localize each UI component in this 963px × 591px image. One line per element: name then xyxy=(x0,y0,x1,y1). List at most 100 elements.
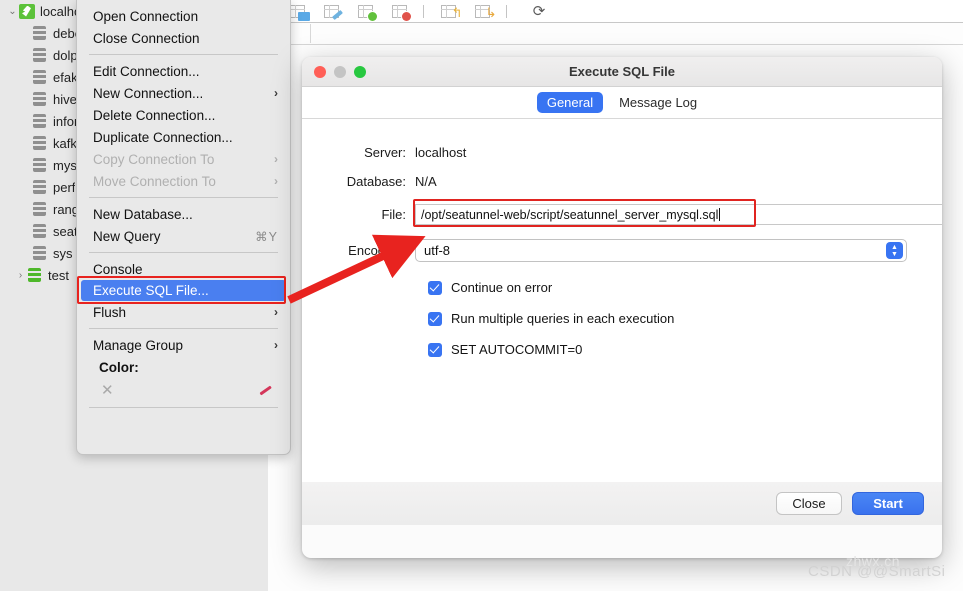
run-multiple-queries-checkbox[interactable] xyxy=(428,311,442,326)
file-row: File: /opt/seatunnel-web/script/seatunne… xyxy=(302,199,942,227)
menu-item-flush[interactable]: Flush › xyxy=(77,301,290,323)
menu-item-label: Execute SQL File... xyxy=(93,283,209,298)
chevron-right-icon: › xyxy=(274,86,278,100)
no-color-icon[interactable]: ✕ xyxy=(101,381,114,399)
menu-item-label: Close Connection xyxy=(93,30,200,46)
menu-item-label: Duplicate Connection... xyxy=(93,129,233,145)
menu-item-copy-connection-to: Copy Connection To › xyxy=(77,148,290,170)
execute-sql-file-dialog: Execute SQL File General Message Log Ser… xyxy=(302,57,942,558)
mysql-connection-icon xyxy=(19,3,35,19)
context-menu: Open Connection Close Connection Edit Co… xyxy=(76,0,291,455)
menu-item-execute-sql-file[interactable]: Execute SQL File... xyxy=(81,280,286,301)
dialog-tabs: General Message Log xyxy=(302,87,942,119)
refresh-icon[interactable]: ⟳ xyxy=(522,1,556,21)
menu-item-close-connection[interactable]: Close Connection xyxy=(77,27,290,49)
watermark-secondary: zhwx.cn xyxy=(846,553,901,569)
menu-color-label: Color: xyxy=(99,359,139,375)
file-path-value: /opt/seatunnel-web/script/seatunnel_serv… xyxy=(421,207,719,222)
undo-icon[interactable]: ↰ xyxy=(431,1,465,21)
encoding-label: Encoding: xyxy=(348,243,406,258)
toolbar: ↰ ↳ ⟳ xyxy=(268,0,963,22)
chevron-right-icon: › xyxy=(274,305,278,319)
menu-item-new-database[interactable]: New Database... xyxy=(77,203,290,225)
tab-general[interactable]: General xyxy=(536,92,604,113)
chevron-right-icon: › xyxy=(274,174,278,188)
menu-separator xyxy=(89,54,278,55)
encoding-select[interactable]: utf-8 ▲ ▼ xyxy=(415,239,907,262)
table-add-icon[interactable] xyxy=(348,1,382,21)
toolbar-separator-2 xyxy=(506,4,507,18)
run-multiple-queries-row: Run multiple queries in each execution xyxy=(302,311,942,326)
menu-item-refresh[interactable] xyxy=(77,413,290,435)
continue-on-error-row: Continue on error xyxy=(302,280,942,295)
red-color-swatch-icon[interactable] xyxy=(257,385,272,396)
dialog-title: Execute SQL File xyxy=(569,64,675,79)
table-delete-icon[interactable] xyxy=(382,1,416,21)
chevron-right-icon[interactable]: › xyxy=(14,270,27,281)
app-window: ↰ ↳ ⟳ ⌄ localhost debe dolp efak hive_ i… xyxy=(0,0,963,591)
database-icon xyxy=(32,26,47,40)
menu-item-edit-connection[interactable]: Edit Connection... xyxy=(77,60,290,82)
database-row: Database: N/A xyxy=(302,174,942,189)
database-icon xyxy=(32,158,47,172)
menu-color-swatches: ✕ xyxy=(77,378,290,402)
encoding-value: utf-8 xyxy=(424,243,451,258)
close-button[interactable]: Close xyxy=(776,492,842,515)
database-label: efak xyxy=(53,69,78,85)
database-icon xyxy=(32,180,47,194)
menu-item-shortcut: ⌘Y xyxy=(255,229,278,244)
chevron-right-icon: › xyxy=(274,338,278,352)
stepper-icon[interactable]: ▲ ▼ xyxy=(886,242,903,259)
menu-color-header: Color: xyxy=(77,356,290,378)
menu-item-label: Manage Group xyxy=(93,337,184,353)
redo-icon[interactable]: ↳ xyxy=(465,1,499,21)
file-input-wrapper: /opt/seatunnel-web/script/seatunnel_serv… xyxy=(413,199,942,227)
dialog-footer: Close Start xyxy=(302,482,942,525)
menu-item-label: New Connection... xyxy=(93,85,204,101)
database-icon xyxy=(32,136,47,150)
file-label: File: xyxy=(381,207,406,222)
continue-on-error-checkbox[interactable] xyxy=(428,280,442,295)
database-icon xyxy=(27,268,42,282)
menu-item-label: Console xyxy=(93,261,143,277)
menu-item-duplicate-connection[interactable]: Duplicate Connection... xyxy=(77,126,290,148)
server-row: Server: localhost xyxy=(302,145,942,160)
database-icon xyxy=(32,48,47,62)
start-button[interactable]: Start xyxy=(852,492,924,515)
database-label: perf xyxy=(53,179,76,195)
menu-item-open-connection[interactable]: Open Connection xyxy=(77,5,290,27)
database-label: Database: xyxy=(346,174,406,189)
set-autocommit-checkbox[interactable] xyxy=(428,342,442,357)
menu-item-label: Edit Connection... xyxy=(93,63,200,79)
column-header-divider xyxy=(268,44,963,45)
table-edit-icon[interactable] xyxy=(314,1,348,21)
menu-item-label: Flush xyxy=(93,304,127,320)
menu-item-delete-connection[interactable]: Delete Connection... xyxy=(77,104,290,126)
menu-item-new-connection[interactable]: New Connection... › xyxy=(77,82,290,104)
chevron-down-icon[interactable]: ⌄ xyxy=(6,6,19,17)
database-icon xyxy=(32,92,47,106)
file-path-input[interactable]: /opt/seatunnel-web/script/seatunnel_serv… xyxy=(415,204,895,225)
database-icon xyxy=(32,246,47,260)
menu-separator xyxy=(89,197,278,198)
tab-message-log[interactable]: Message Log xyxy=(609,92,707,113)
menu-item-move-connection-to: Move Connection To › xyxy=(77,170,290,192)
menu-item-execute-sql-file-wrapper: Execute SQL File... xyxy=(77,276,290,304)
menu-item-console[interactable]: Console xyxy=(77,258,290,280)
menu-item-manage-group[interactable]: Manage Group › xyxy=(77,334,290,356)
menu-separator xyxy=(89,407,278,408)
database-icon xyxy=(32,70,47,84)
database-value: N/A xyxy=(415,174,437,189)
dialog-body: Server: localhost Database: N/A File: /o… xyxy=(302,119,942,525)
database-label: infor xyxy=(53,113,79,129)
menu-separator xyxy=(89,252,278,253)
encoding-row: Encoding: utf-8 ▲ ▼ xyxy=(302,239,942,262)
menu-item-label: New Database... xyxy=(93,206,193,222)
database-label: test xyxy=(48,267,69,283)
database-label: kafk xyxy=(53,135,77,151)
menu-separator xyxy=(89,328,278,329)
set-autocommit-row: SET AUTOCOMMIT=0 xyxy=(302,342,942,357)
server-label: Server: xyxy=(364,145,406,160)
text-caret xyxy=(719,208,721,221)
menu-item-new-query[interactable]: New Query ⌘Y xyxy=(77,225,290,247)
